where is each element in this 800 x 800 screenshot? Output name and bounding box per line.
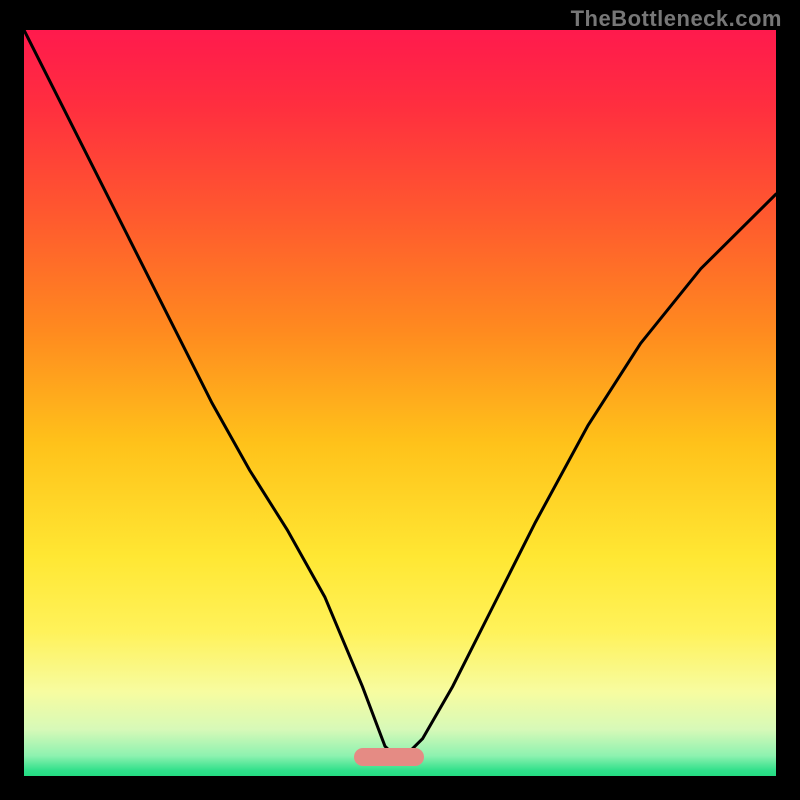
chart-frame: TheBottleneck.com	[0, 0, 800, 800]
minimum-marker	[354, 748, 424, 766]
curve-left	[24, 30, 400, 761]
watermark-text: TheBottleneck.com	[571, 6, 782, 32]
plot-area	[24, 30, 776, 776]
bottleneck-curve	[24, 30, 776, 776]
curve-right	[400, 194, 776, 761]
